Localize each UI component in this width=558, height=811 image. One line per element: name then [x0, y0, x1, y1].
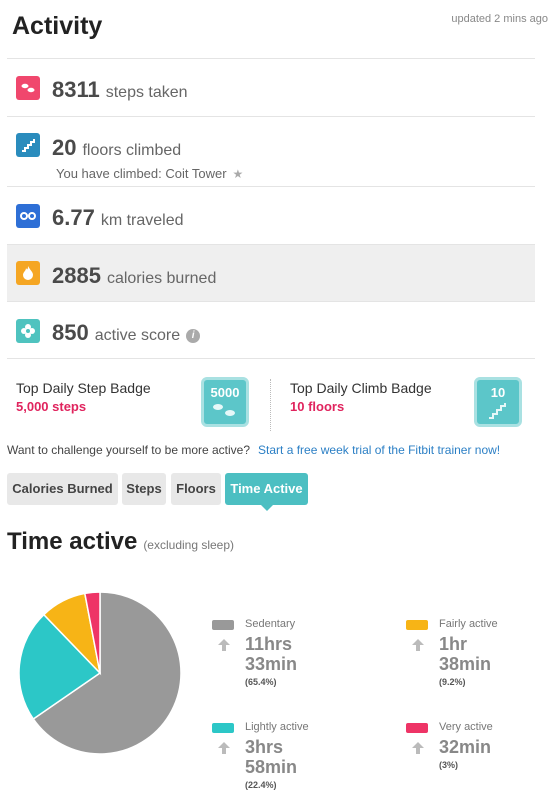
activity-header: Activity updated 2 mins ago: [0, 0, 558, 58]
legend-percent-very-active: (3%): [439, 760, 459, 770]
time-active-title: Time active: [7, 528, 138, 555]
up-arrow-icon: [218, 742, 230, 754]
metric-active-score: 850 active score i: [7, 301, 535, 358]
step-badge-title: Top Daily Step Badge: [16, 380, 151, 396]
distance-label: km traveled: [100, 212, 184, 229]
info-icon[interactable]: i: [186, 329, 201, 343]
legend-duration-sedentary: 11hrs 33min: [245, 634, 298, 674]
legend-duration-very-active: 32min: [439, 737, 492, 757]
tab-steps[interactable]: Steps: [122, 473, 166, 505]
metric-floors: 20 floors climbed You have climbed: Coit …: [7, 116, 535, 186]
active-score-value: 850 active score i: [52, 320, 201, 346]
step-badge-value: 5,000 steps: [16, 399, 87, 414]
legend-percent-sedentary: (65.4%): [245, 677, 277, 687]
floors-achievement: You have climbed: Coit Tower ★: [56, 166, 244, 181]
distance-icon: [16, 204, 40, 228]
footsteps-icon: [16, 76, 40, 100]
calories-label: calories burned: [106, 270, 217, 287]
legend-swatch-sedentary: [212, 620, 234, 630]
legend-swatch-fairly-active: [406, 620, 428, 630]
climb-badge-value: 10 floors: [290, 399, 345, 414]
up-arrow-icon: [412, 742, 424, 754]
legend-swatch-very-active: [406, 723, 428, 733]
steps-value: 8311 steps taken: [52, 77, 188, 102]
floors-label: floors climbed: [82, 142, 182, 159]
up-arrow-icon: [412, 639, 424, 651]
time-active-note: (excluding sleep): [143, 538, 235, 552]
legend-swatch-lightly-active: [212, 723, 234, 733]
legend-duration-lightly-active: 3hrs 58min: [245, 737, 298, 777]
climb-badge-text: 10: [490, 385, 506, 400]
active-score-label: active score: [94, 327, 181, 344]
badges-section: Top Daily Step Badge 5,000 steps 5000 To…: [7, 358, 535, 432]
legend-label-sedentary: Sedentary: [245, 618, 296, 630]
time-active-pie-chart: [18, 591, 182, 755]
legend-label-lightly-active: Lightly active: [245, 721, 309, 733]
badge-divider: [270, 379, 271, 431]
climb-badge-icon[interactable]: 10: [474, 377, 522, 427]
flame-icon: [16, 261, 40, 285]
legend-label-fairly-active: Fairly active: [439, 618, 498, 630]
metric-steps: 8311 steps taken: [7, 58, 535, 116]
star-icon[interactable]: ★: [233, 167, 244, 181]
metric-calories: 2885 calories burned: [7, 244, 535, 301]
tab-floors[interactable]: Floors: [171, 473, 221, 505]
challenge-line: Want to challenge yourself to be more ac…: [7, 443, 500, 457]
calories-value: 2885 calories burned: [52, 263, 217, 288]
flower-icon: [16, 319, 40, 343]
tab-time-active[interactable]: Time Active: [225, 473, 308, 511]
steps-label: steps taken: [105, 84, 188, 101]
floors-value: 20 floors climbed: [52, 135, 182, 160]
up-arrow-icon: [218, 639, 230, 651]
metric-distance: 6.77 km traveled: [7, 186, 535, 244]
page-title: Activity: [12, 12, 103, 40]
climb-badge-title: Top Daily Climb Badge: [290, 380, 432, 396]
legend-duration-fairly-active: 1hr 38min: [439, 634, 492, 674]
legend-percent-lightly-active: (22.4%): [245, 780, 277, 790]
stairs-icon: [16, 133, 40, 157]
distance-value: 6.77 km traveled: [52, 205, 184, 230]
challenge-text: Want to challenge yourself to be more ac…: [7, 443, 251, 457]
legend-percent-fairly-active: (9.2%): [439, 677, 466, 687]
time-active-heading: Time active (excluding sleep): [7, 528, 234, 556]
trainer-trial-link[interactable]: Start a free week trial of the Fitbit tr…: [258, 443, 500, 457]
step-badge-icon[interactable]: 5000: [201, 377, 249, 427]
tab-calories-burned[interactable]: Calories Burned: [7, 473, 118, 505]
updated-timestamp: updated 2 mins ago: [451, 13, 548, 25]
step-badge-text: 5000: [210, 385, 240, 400]
legend-label-very-active: Very active: [439, 721, 493, 733]
